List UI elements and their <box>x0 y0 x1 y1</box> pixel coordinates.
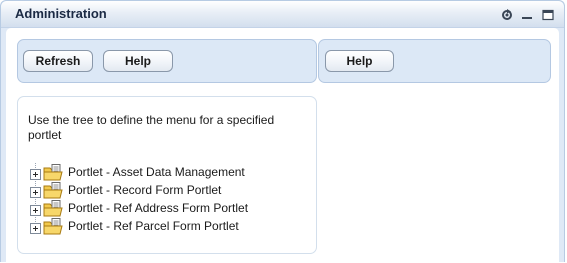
tree-node-label[interactable]: Portlet - Ref Parcel Form Portlet <box>68 219 239 233</box>
tree-instruction: Use the tree to define the menu for a sp… <box>28 113 275 142</box>
menu-tree-panel: Use the tree to define the menu for a sp… <box>17 96 317 254</box>
expand-plus-icon[interactable] <box>30 167 41 180</box>
portlet-title: Administration <box>15 6 107 21</box>
folder-icon <box>43 218 63 235</box>
portlet-content: Refresh Help Help Use the tree to define… <box>6 28 559 263</box>
help-button[interactable]: Help <box>103 50 173 72</box>
folder-icon <box>43 164 63 181</box>
tree-node[interactable]: Portlet - Record Form Portlet <box>30 181 310 199</box>
folder-icon <box>43 182 63 199</box>
tree-node-label[interactable]: Portlet - Ref Address Form Portlet <box>68 201 248 215</box>
tree-node[interactable]: Portlet - Ref Address Form Portlet <box>30 199 310 217</box>
portlet-tree: Portlet - Asset Data Management Portlet … <box>30 163 310 235</box>
portlet-titlebar: Administration <box>1 1 564 28</box>
expand-plus-icon[interactable] <box>30 203 41 216</box>
tree-node[interactable]: Portlet - Ref Parcel Form Portlet <box>30 217 310 235</box>
minimize-icon[interactable] <box>521 8 533 20</box>
right-toolbar: Help <box>318 39 551 83</box>
tree-node-label[interactable]: Portlet - Asset Data Management <box>68 165 245 179</box>
administration-portlet: Administration Refresh Help Help Use the… <box>0 0 565 263</box>
expand-plus-icon[interactable] <box>30 221 41 234</box>
tree-node-label[interactable]: Portlet - Record Form Portlet <box>68 183 221 197</box>
folder-icon <box>43 200 63 217</box>
refresh-icon[interactable] <box>501 8 513 20</box>
left-toolbar: Refresh Help <box>17 39 317 83</box>
refresh-button[interactable]: Refresh <box>23 50 93 72</box>
expand-plus-icon[interactable] <box>30 185 41 198</box>
tree-node[interactable]: Portlet - Asset Data Management <box>30 163 310 181</box>
maximize-icon[interactable] <box>542 8 554 21</box>
help-button-right[interactable]: Help <box>325 50 394 72</box>
